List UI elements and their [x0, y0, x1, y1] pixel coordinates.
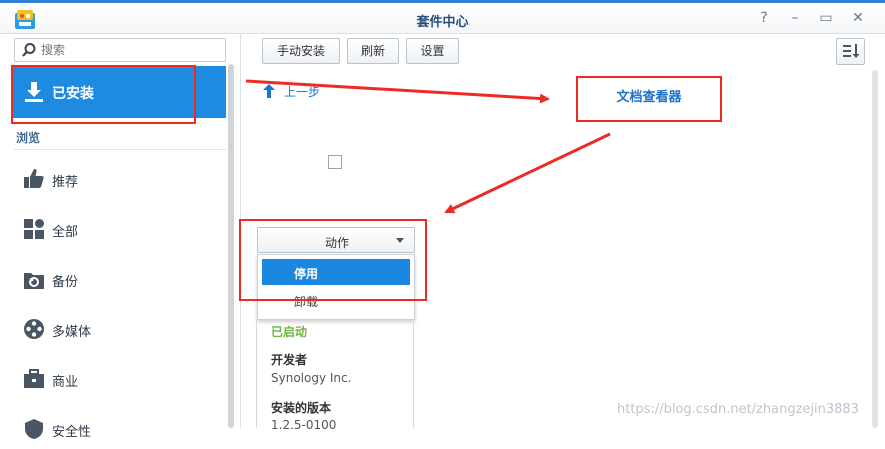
back-label: 上一步	[284, 85, 321, 99]
main-scrollbar[interactable]	[872, 70, 878, 428]
arrow-to-action-menu	[444, 132, 611, 214]
sidebar-item-label: 商业	[52, 375, 79, 390]
sidebar-item-business[interactable]: 商业	[14, 359, 226, 399]
sidebar-item-multimedia[interactable]: 多媒体	[14, 309, 226, 349]
close-button[interactable]: ✕	[849, 9, 867, 27]
manual-install-button[interactable]: 手动安装	[262, 38, 340, 64]
developer-label: 开发者	[271, 353, 308, 367]
version-label: 安装的版本	[271, 401, 332, 415]
refresh-button[interactable]: 刷新	[347, 38, 399, 64]
sidebar-item-label: 全部	[52, 225, 79, 240]
sidebar-item-all[interactable]: 全部	[14, 209, 226, 249]
search-box[interactable]	[14, 38, 226, 62]
sidebar-item-label: 备份	[52, 275, 79, 290]
sidebar-item-backup[interactable]: 备份	[14, 259, 226, 299]
browse-section-label: 浏览	[16, 131, 41, 145]
annotation-box-installed	[11, 65, 196, 124]
briefcase-icon	[24, 369, 44, 388]
developer-value: Synology Inc.	[271, 371, 352, 385]
shield-icon	[25, 419, 43, 439]
film-reel-icon	[24, 319, 44, 339]
search-input[interactable]	[39, 41, 223, 59]
help-button[interactable]: ?	[755, 9, 773, 27]
thumbs-up-icon	[24, 169, 44, 188]
settings-button[interactable]: 设置	[406, 38, 459, 64]
annotation-box-action-menu	[239, 219, 427, 301]
sidebar-item-label: 推荐	[52, 175, 79, 190]
sidebar-item-label: 多媒体	[52, 325, 92, 340]
window-title: 套件中心	[416, 15, 469, 30]
sidebar-item-security[interactable]: 安全性	[14, 409, 226, 449]
sidebar-item-recommended[interactable]: 推荐	[14, 159, 226, 199]
sidebar-item-label: 安全性	[52, 425, 92, 440]
grid-icon	[24, 219, 44, 239]
section-divider	[14, 149, 226, 150]
annotation-box-package-name	[576, 76, 722, 122]
title-bar: 套件中心 ? – ▭ ✕	[0, 3, 885, 34]
minimize-button[interactable]: –	[786, 9, 804, 27]
sidebar-scrollbar[interactable]	[228, 64, 234, 428]
maximize-button[interactable]: ▭	[817, 9, 835, 27]
search-icon	[22, 43, 36, 57]
backup-icon	[24, 273, 44, 289]
package-icon-placeholder	[328, 155, 342, 169]
sort-button[interactable]	[836, 38, 865, 65]
watermark-text: https://blog.csdn.net/zhangzejin3883	[617, 402, 859, 417]
status-badge: 已启动	[271, 325, 308, 339]
version-value: 1.2.5-0100	[271, 418, 337, 432]
arrow-up-icon	[263, 84, 275, 98]
sort-icon	[843, 44, 860, 58]
